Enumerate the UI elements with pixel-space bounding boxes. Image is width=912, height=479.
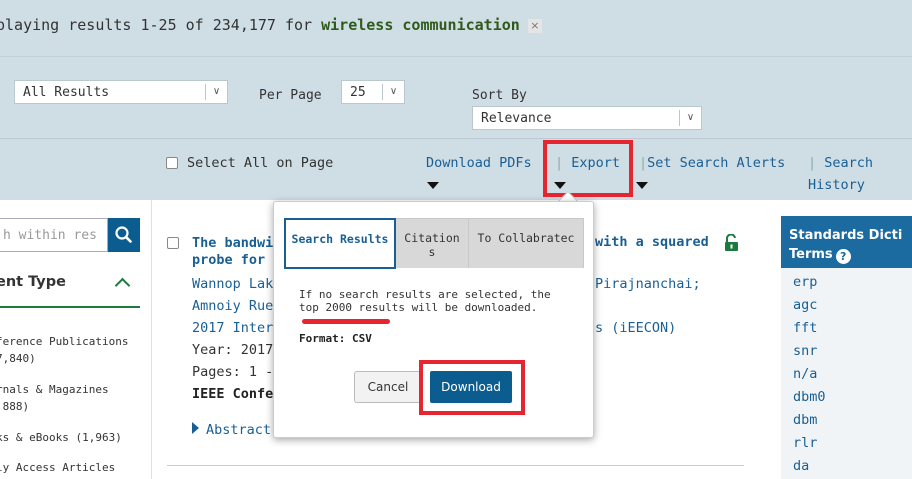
caret-right-icon xyxy=(192,422,199,434)
facet-label: ly Access Articles xyxy=(0,461,116,474)
tab-label-2: s xyxy=(428,245,436,259)
term-link[interactable]: snr xyxy=(793,343,817,359)
term-link[interactable]: erp xyxy=(793,274,817,290)
tab-label: Citation xyxy=(404,231,460,245)
export-tabs: Search Results Citation s To Collabratec xyxy=(284,218,584,269)
per-page-value: 25 xyxy=(350,85,366,100)
content-type-divider xyxy=(0,306,140,308)
facet-books-ebooks[interactable]: ks & eBooks (1,963) xyxy=(0,429,122,446)
result-authors-1-right[interactable]: Pirajnanchai; xyxy=(595,276,701,292)
tab-citations[interactable]: Citation s xyxy=(396,219,469,268)
scope-select[interactable]: All Results ∨ xyxy=(14,80,228,104)
open-access-lock-icon xyxy=(725,234,738,251)
sort-select-value: Relevance xyxy=(481,111,552,126)
export-message-line1: If no search results are selected, the xyxy=(299,288,551,301)
search-within-input[interactable]: h within res xyxy=(0,218,108,252)
export-format: Format: CSV xyxy=(299,332,372,345)
tab-search-results[interactable]: Search Results xyxy=(284,218,396,269)
results-count-text: playing results 1-25 of 234,177 for xyxy=(0,16,322,34)
result-checkbox[interactable] xyxy=(167,237,179,249)
tab-to-collabratec[interactable]: To Collabratec xyxy=(469,219,583,268)
sort-select[interactable]: Relevance ∨ xyxy=(472,106,702,130)
result-conference[interactable]: 2017 Inter xyxy=(192,320,273,336)
per-page-label: Per Page xyxy=(259,88,322,103)
download-highlight xyxy=(419,360,525,415)
query-text: wireless communication xyxy=(321,16,520,34)
annotation-underline xyxy=(302,319,390,324)
result-pages: Pages: 1 - xyxy=(192,364,274,380)
result-publisher: IEEE Confe xyxy=(192,386,274,402)
facet-count: ,888) xyxy=(0,400,30,413)
term-link[interactable]: fft xyxy=(793,320,817,336)
term-link[interactable]: n/a xyxy=(793,366,817,382)
export-message-line2: top 2000 results will be downloaded. xyxy=(299,301,538,314)
tab-label: Search Results xyxy=(291,232,389,246)
results-summary: playing results 1-25 of 234,177 for wire… xyxy=(0,16,542,34)
separator: | xyxy=(808,155,817,171)
result-title-right[interactable]: with a squared xyxy=(595,234,709,250)
facet-early-access[interactable]: ly Access Articles xyxy=(0,459,115,476)
scope-select-value: All Results xyxy=(23,85,110,100)
search-history-label-1: Search xyxy=(824,155,874,171)
select-all-checkbox[interactable] xyxy=(166,157,178,169)
term-link[interactable]: da xyxy=(793,458,809,474)
standards-title-2: Terms xyxy=(789,247,833,262)
results-banner: playing results 1-25 of 234,177 for wire… xyxy=(0,0,912,56)
search-within-button[interactable] xyxy=(108,218,140,252)
term-link[interactable]: agc xyxy=(793,297,817,313)
facet-label: rnals & Magazines xyxy=(0,383,109,396)
term-link[interactable]: dbm0 xyxy=(793,389,826,405)
result-authors-1[interactable]: Wannop Lak xyxy=(192,276,273,292)
result-conference-right[interactable]: s (iEECON) xyxy=(595,320,676,336)
help-icon[interactable]: ? xyxy=(835,249,851,264)
per-page-select[interactable]: 25 ∨ xyxy=(341,80,405,104)
result-title[interactable]: The bandwi xyxy=(192,234,273,253)
facet-label: ks & eBooks (1,963) xyxy=(0,431,122,444)
clear-query-icon[interactable]: × xyxy=(527,19,542,33)
term-link[interactable]: rlr xyxy=(793,435,817,451)
select-all-label: Select All on Page xyxy=(187,155,334,171)
facet-journals-magazines[interactable]: rnals & Magazines ,888) xyxy=(0,381,109,415)
facet-conference-publications[interactable]: ference Publications 7,840) xyxy=(0,333,128,367)
search-icon xyxy=(115,226,132,243)
term-link[interactable]: dbm xyxy=(793,412,817,428)
facet-label: ference Publications xyxy=(0,335,129,348)
search-history-link[interactable]: | Search xyxy=(808,155,873,171)
chevron-down-icon: ∨ xyxy=(382,84,404,100)
abstract-toggle[interactable]: Abstract xyxy=(192,422,271,438)
export-message: If no search results are selected, the t… xyxy=(299,288,551,314)
separator: | xyxy=(639,155,648,171)
search-history-label-2[interactable]: History xyxy=(808,177,865,193)
download-pdfs-dropdown-icon[interactable] xyxy=(427,182,439,189)
sidebar: h within res ent Type ference Publicatio… xyxy=(0,200,152,479)
chevron-up-icon[interactable] xyxy=(114,277,131,294)
content-type-header[interactable]: ent Type xyxy=(0,274,66,290)
result-year: Year: 2017 xyxy=(192,342,274,358)
set-search-alerts-label: Set Search Alerts xyxy=(647,155,786,171)
chevron-down-icon: ∨ xyxy=(205,84,227,100)
sort-by-label: Sort By xyxy=(472,88,527,103)
abstract-label: Abstract xyxy=(206,422,272,438)
set-search-alerts-link[interactable]: |Set Search Alerts xyxy=(639,155,785,171)
tab-label: To Collabratec xyxy=(477,231,575,245)
facet-count: 7,840) xyxy=(0,352,36,365)
result-authors-2[interactable]: Amnoiy Rue xyxy=(192,298,273,314)
cancel-button[interactable]: Cancel xyxy=(354,371,422,403)
standards-dictionary-panel: Standards Dicti Terms? erp agc fft snr n… xyxy=(781,216,912,479)
export-highlight xyxy=(543,140,633,197)
download-pdfs-link[interactable]: Download PDFs xyxy=(426,155,532,171)
result-divider xyxy=(167,465,744,466)
standards-title: Standards Dicti xyxy=(789,228,903,243)
action-bar: Select All on Page Download PDFs | Expor… xyxy=(0,138,912,200)
alerts-dropdown-icon[interactable] xyxy=(636,182,648,189)
filters-bar: All Results ∨ Per Page 25 ∨ Sort By Rele… xyxy=(0,56,912,138)
result-title-line2[interactable]: probe for xyxy=(192,252,265,268)
standards-header: Standards Dicti Terms? xyxy=(781,216,912,268)
chevron-down-icon: ∨ xyxy=(679,110,701,126)
